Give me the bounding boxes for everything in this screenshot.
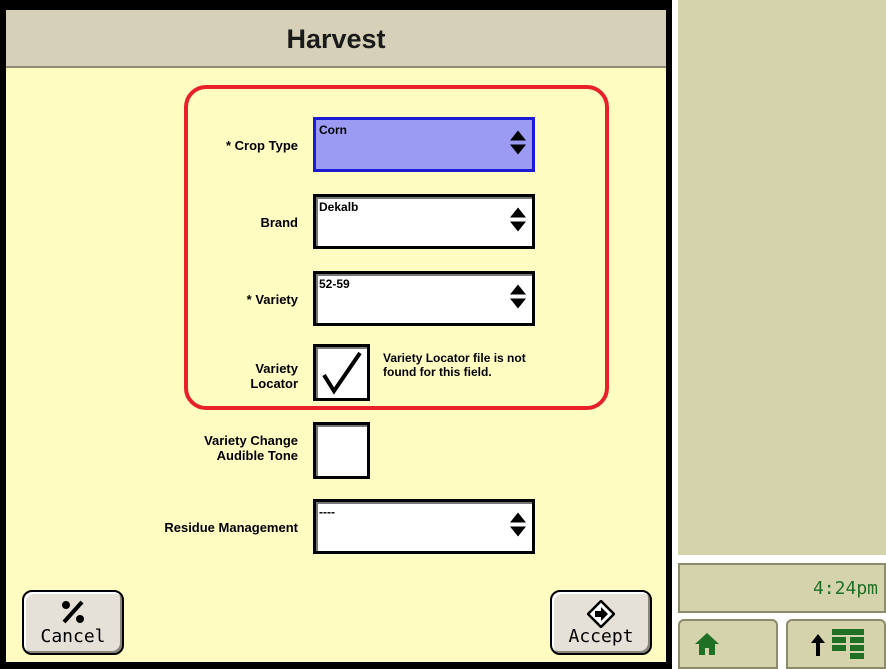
residue-management-label: Residue Management [164,520,298,535]
side-panel: 4:24pm [672,0,886,669]
variety-locator-label-line2: Locator [250,376,298,391]
cancel-icon [24,600,122,629]
up-down-arrow-icon [509,128,527,161]
variety-change-tone-label: Variety Change Audible Tone [204,433,298,463]
title-bar: Harvest [6,10,666,68]
crop-type-label: * Crop Type [226,138,298,153]
home-icon [694,631,720,662]
variety-change-tone-label-line1: Variety Change [204,433,298,448]
variety-locator-label-line1: Variety [255,361,298,376]
dialog-body: Harvest * Crop Type Corn Brand Dekalb * … [6,10,666,662]
home-button[interactable] [678,619,778,669]
clock-time: 4:24pm [812,578,878,599]
residue-management-value: ---- [319,505,335,519]
dialog-title: Harvest [286,24,386,54]
checkmark-icon [322,351,362,395]
accept-button[interactable]: Accept [550,590,652,655]
accept-label: Accept [568,626,634,647]
brand-value: Dekalb [319,200,359,214]
variety-locator-note: Variety Locator file is not found for th… [383,351,526,379]
variety-locator-note-line1: Variety Locator file is not [383,351,526,365]
crop-type-select[interactable]: Corn [313,117,535,172]
layout-menu-button[interactable] [786,619,886,669]
up-down-arrow-icon [509,510,527,543]
clock-display: 4:24pm [678,563,886,613]
up-arrow-icon [810,633,826,662]
brand-select[interactable]: Dekalb [313,194,535,249]
variety-select[interactable]: 52-59 [313,271,535,326]
harvest-dialog: Harvest * Crop Type Corn Brand Dekalb * … [0,0,672,669]
up-down-arrow-icon [509,205,527,238]
crop-type-value: Corn [319,123,347,137]
cancel-label: Cancel [40,626,106,647]
variety-change-tone-label-line2: Audible Tone [216,448,298,463]
variety-label: * Variety [246,292,298,307]
up-down-arrow-icon [509,282,527,315]
variety-locator-note-line2: found for this field. [383,365,492,379]
variety-locator-label: Variety Locator [250,361,298,391]
layout-menu-icon [832,629,864,664]
variety-change-tone-checkbox[interactable] [313,422,370,479]
brand-label: Brand [260,215,298,230]
cancel-button[interactable]: Cancel [22,590,124,655]
variety-locator-checkbox[interactable] [313,344,370,401]
side-panel-area [678,0,886,555]
residue-management-select[interactable]: ---- [313,499,535,554]
variety-value: 52-59 [319,277,350,291]
